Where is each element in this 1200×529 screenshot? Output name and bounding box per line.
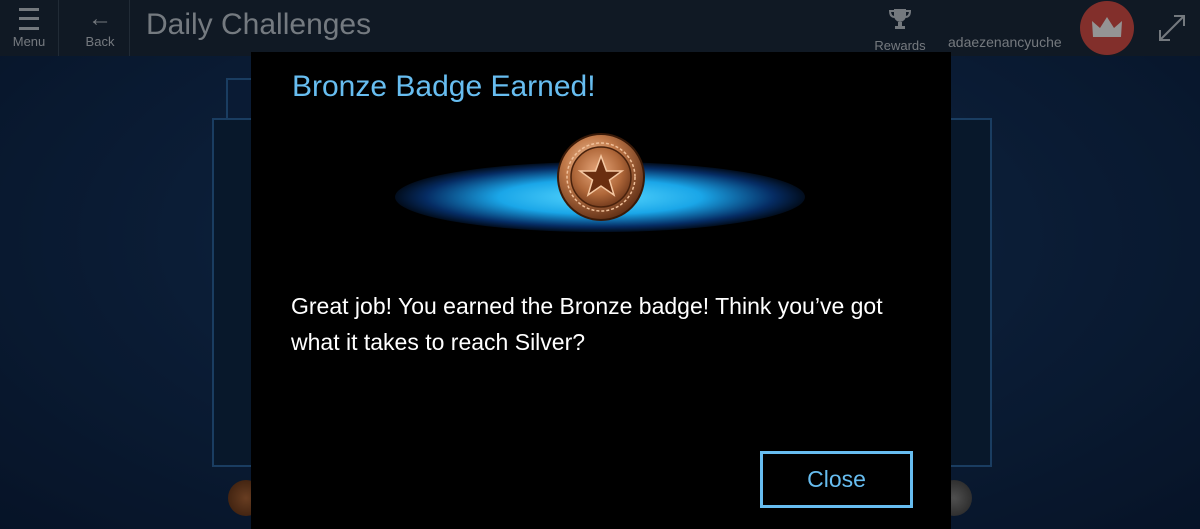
dialog-title: Bronze Badge Earned!: [292, 70, 596, 103]
bronze-badge-icon: [557, 133, 645, 221]
badge-earned-dialog: Bronze Badge Earned! Great job! You earn…: [251, 52, 951, 529]
close-button[interactable]: Close: [760, 451, 913, 508]
dialog-message: Great job! You earned the Bronze badge! …: [291, 293, 883, 355]
